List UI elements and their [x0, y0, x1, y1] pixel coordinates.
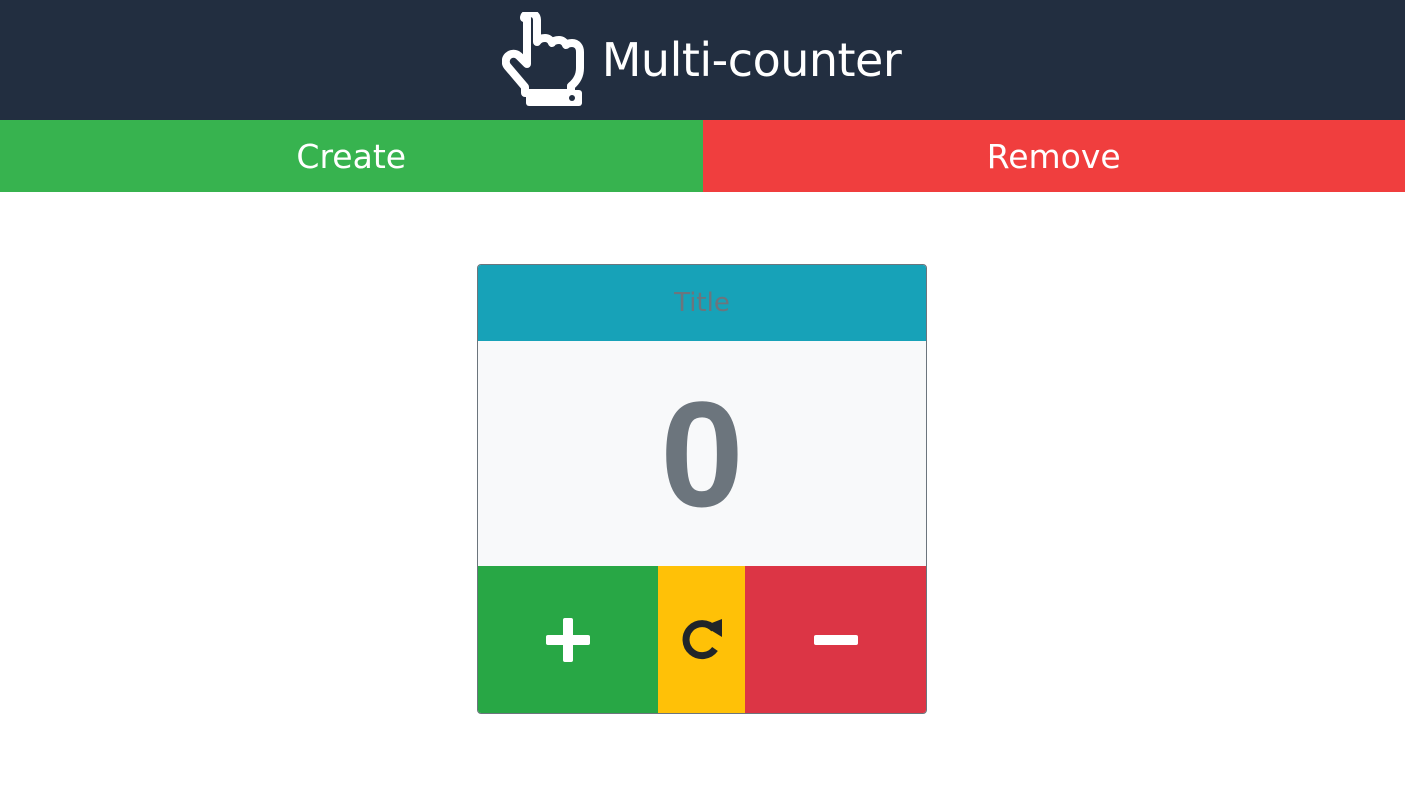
increment-button[interactable] — [478, 566, 658, 713]
redo-icon — [682, 618, 722, 659]
decrement-button[interactable] — [745, 566, 926, 713]
counter-value: 0 — [660, 369, 744, 538]
create-button[interactable]: Create — [0, 120, 703, 192]
counter-controls — [478, 566, 926, 713]
app-title: Multi-counter — [601, 33, 902, 87]
pointing-hand-icon — [501, 12, 584, 106]
app: Multi-counter Create Remove 0 — [0, 0, 1405, 788]
minus-icon — [813, 634, 858, 645]
counter-card: 0 — [477, 264, 927, 714]
plus-icon — [546, 617, 590, 662]
remove-button[interactable]: Remove — [702, 120, 1405, 192]
counter-title-input[interactable] — [478, 265, 926, 341]
counter-title-bar — [478, 265, 926, 341]
header-brand: Multi-counter — [501, 12, 902, 108]
app-header: Multi-counter — [0, 0, 1405, 120]
reset-button[interactable] — [658, 566, 745, 713]
action-bar: Create Remove — [0, 120, 1405, 192]
